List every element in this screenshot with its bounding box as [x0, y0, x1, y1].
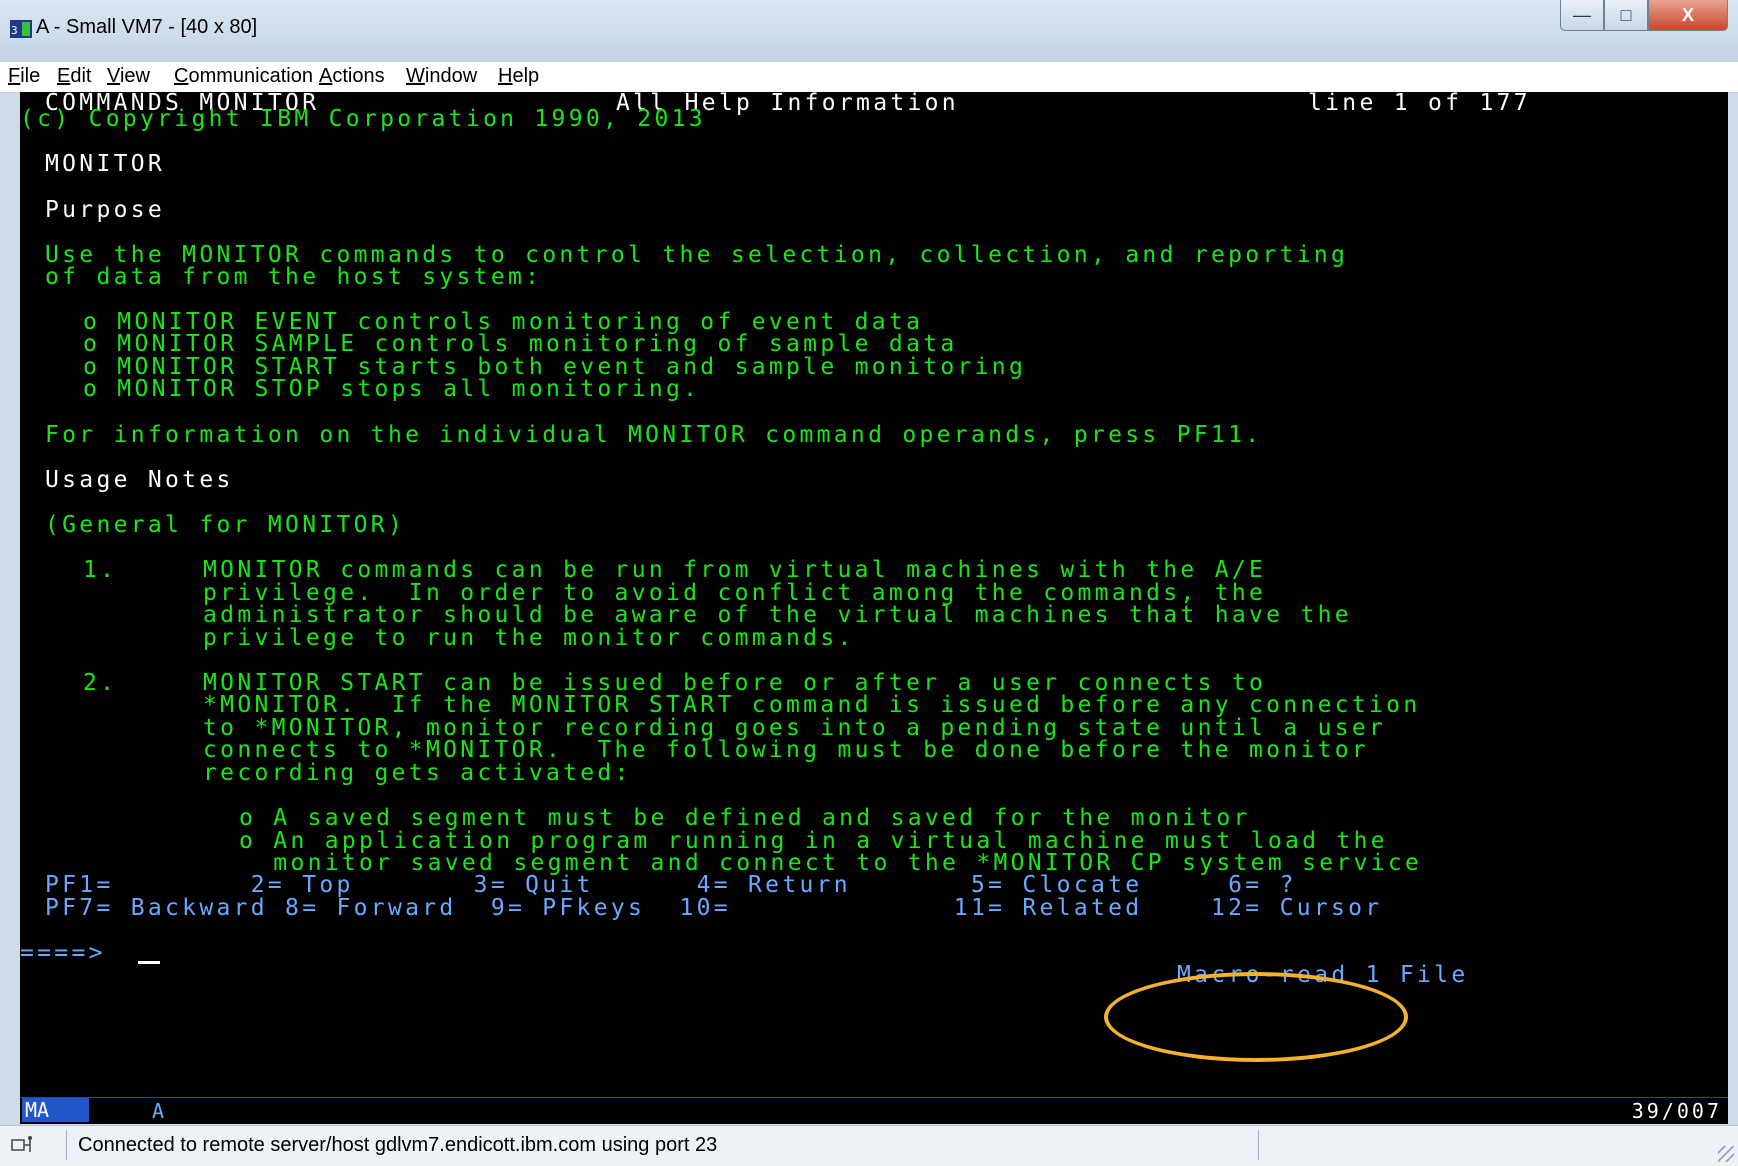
- maximize-icon: □: [1620, 4, 1632, 25]
- maximize-button[interactable]: □: [1604, 0, 1648, 31]
- operands-info: For information on the individual MONITO…: [45, 422, 1263, 448]
- usage-notes-label: Usage Notes: [45, 467, 234, 493]
- close-button[interactable]: X: [1648, 0, 1728, 31]
- status-bar: Connected to remote server/host gdlvm7.e…: [0, 1125, 1738, 1166]
- cursor-position: 39/007: [1631, 1099, 1722, 1123]
- menu-file[interactable]: File: [8, 65, 40, 88]
- text-cursor: [138, 961, 160, 964]
- app-icon: 3: [10, 20, 32, 38]
- terminal-screen[interactable]: COMMANDS MONITOR All Help Information li…: [20, 90, 1728, 1097]
- minimize-icon: —: [1573, 4, 1591, 25]
- copyright-line: (c) Copyright IBM Corporation 1990, 2013: [20, 106, 706, 132]
- menu-help[interactable]: Help: [498, 65, 539, 88]
- svg-text:3: 3: [11, 24, 18, 37]
- menu-edit[interactable]: Edit: [57, 65, 91, 88]
- oia-session-indicator: A: [152, 1099, 165, 1123]
- window-controls: — □ X: [1560, 0, 1728, 32]
- window-title: A - Small VM7 - [40 x 80]: [36, 16, 258, 38]
- menu-actions[interactable]: Actions: [319, 65, 385, 88]
- terminal-emulator-window: 3 A - Small VM7 - [40 x 80] — □ X File E…: [0, 0, 1738, 1166]
- operator-info-area: MA A 39/007: [20, 1097, 1728, 1124]
- line-indicator: line 1 of 177: [1308, 90, 1531, 116]
- status-divider: [66, 1130, 67, 1160]
- title-bar[interactable]: 3 A - Small VM7 - [40 x 80] — □ X: [0, 0, 1738, 63]
- resize-grip-icon[interactable]: [1718, 1146, 1734, 1162]
- command-prompt: ====>: [20, 940, 106, 966]
- list-item: o MONITOR STOP stops all monitoring.: [83, 376, 701, 402]
- note-line: privilege to run the monitor commands.: [83, 625, 855, 651]
- purpose-label: Purpose: [45, 197, 166, 223]
- minimize-button[interactable]: —: [1560, 0, 1604, 31]
- menu-view[interactable]: View: [107, 65, 150, 88]
- menu-window[interactable]: Window: [406, 65, 477, 88]
- connection-status: Connected to remote server/host gdlvm7.e…: [78, 1134, 718, 1156]
- note-line: recording gets activated:: [83, 760, 632, 786]
- status-divider: [1258, 1130, 1259, 1160]
- menu-communication[interactable]: Communication: [174, 65, 313, 88]
- connection-icon: [11, 1136, 32, 1152]
- close-icon: X: [1681, 4, 1694, 25]
- help-heading: MONITOR: [45, 151, 166, 177]
- highlight-circle: [1104, 972, 1408, 1062]
- menu-bar: File Edit View Communication Actions Win…: [0, 62, 1738, 93]
- general-label: (General for MONITOR): [45, 512, 406, 538]
- purpose-line: of data from the host system:: [45, 264, 543, 290]
- oia-mode-indicator: MA: [22, 1098, 89, 1122]
- pf-keys-row-2[interactable]: PF7= Backward 8= Forward 9= PFkeys 10= 1…: [45, 896, 1382, 921]
